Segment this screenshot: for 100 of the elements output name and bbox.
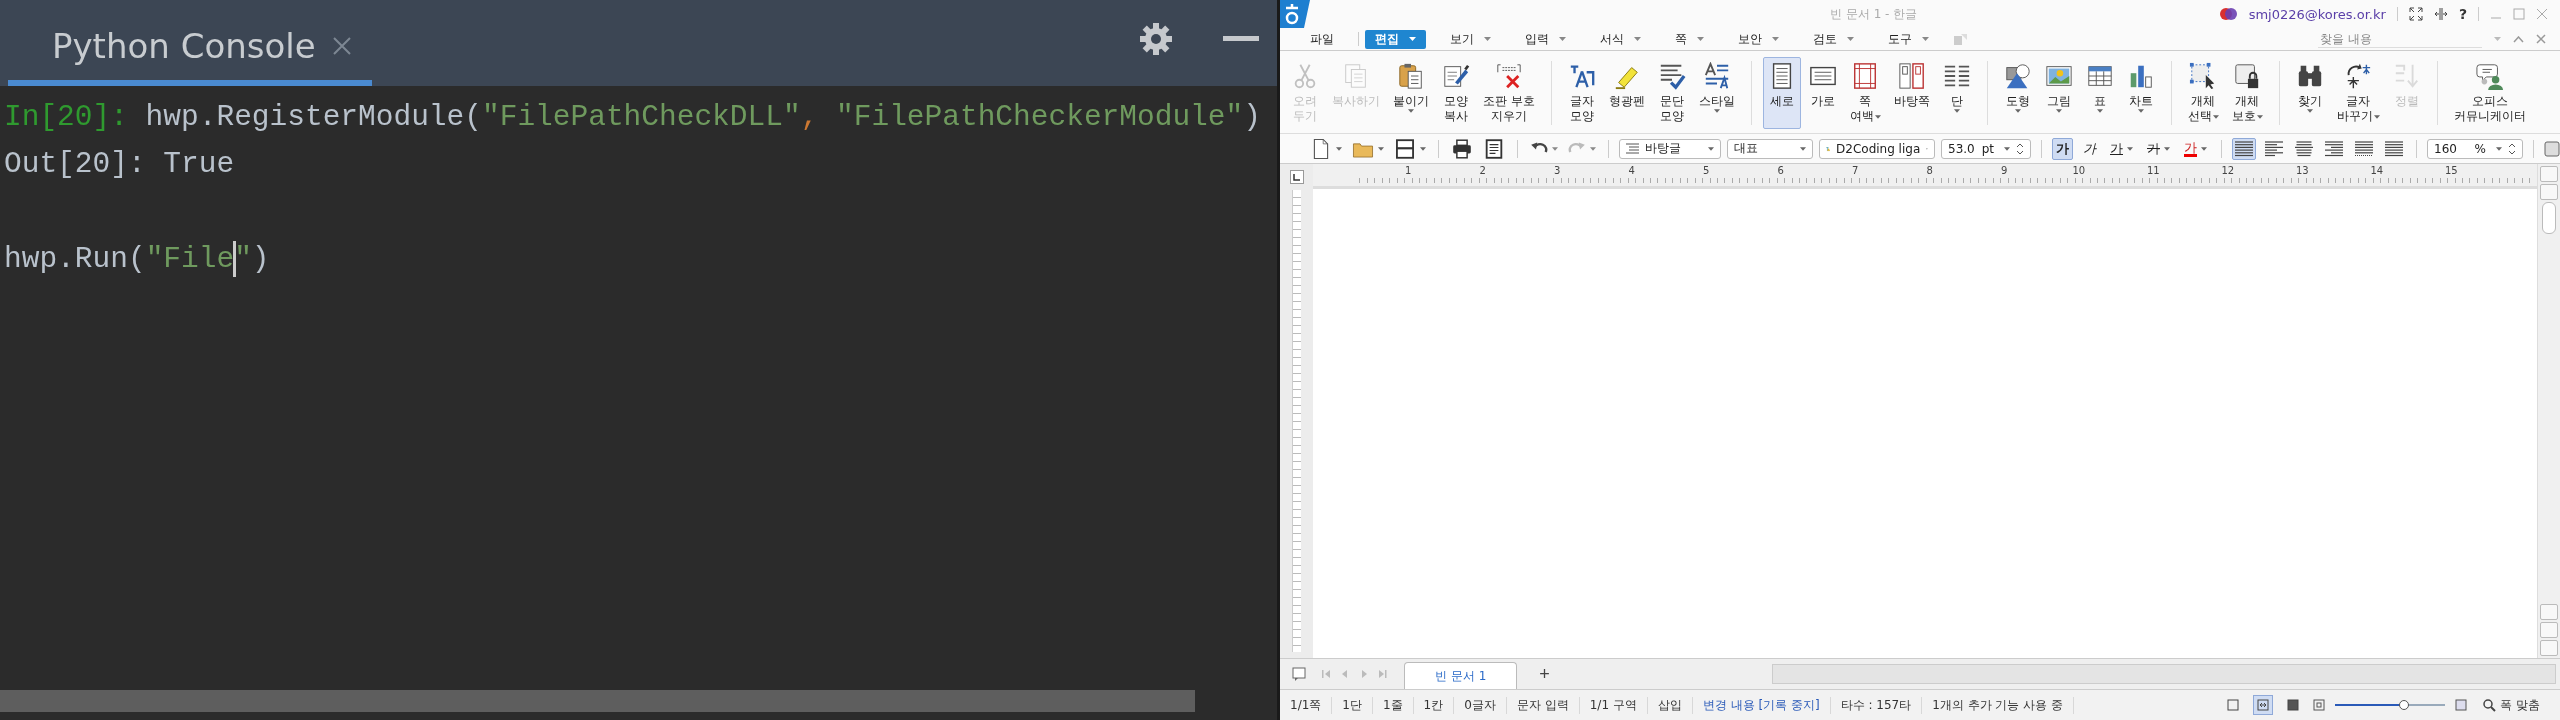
alignment-icon — [2295, 140, 2313, 157]
clear-marks-icon — [1494, 62, 1523, 90]
ribbon-button[interactable]: 개체 보호 — [2226, 57, 2268, 129]
menu-tab[interactable]: 도구 — [1878, 29, 1939, 49]
toolbar-options-icon[interactable] — [2544, 140, 2560, 157]
menu-tab[interactable]: 서식 — [1590, 29, 1651, 49]
alignment-icon — [2355, 140, 2373, 157]
ribbon-button[interactable]: 모양 복사 — [1437, 57, 1475, 129]
horizontal-scrollbar[interactable] — [1771, 664, 2556, 684]
ribbon-button[interactable]: 조판 부호 지우기 — [1478, 57, 1540, 129]
character-format-button[interactable]: 가 — [2079, 137, 2100, 160]
ribbon-button[interactable]: 도형 — [1998, 57, 2037, 129]
ribbon-button[interactable]: 세로 — [1762, 57, 1801, 129]
help-button[interactable]: ? — [2458, 6, 2467, 22]
minimize-icon[interactable] — [1223, 36, 1259, 42]
caret-icon — [1874, 114, 1881, 119]
menu-tab[interactable]: 쪽 — [1665, 29, 1714, 49]
ribbon-button[interactable]: 바탕쪽 — [1888, 57, 1935, 129]
console-line: Out[20]: True — [3, 146, 236, 183]
alignment-button[interactable] — [2232, 137, 2256, 160]
ribbon-button[interactable]: 오피스 커뮤니케이터 — [2448, 57, 2531, 129]
up-chevron-icon[interactable] — [2513, 35, 2524, 43]
horizontal-scrollbar[interactable] — [0, 690, 1195, 712]
fullscreen-icon[interactable] — [2408, 7, 2423, 21]
ribbon-button[interactable]: 스타일 — [1693, 57, 1740, 129]
clipboard-icon — [1397, 62, 1425, 90]
caret-icon — [2496, 146, 2502, 151]
page-view-icon — [2257, 699, 2270, 711]
page-view-icon — [2287, 699, 2300, 711]
character-format-button[interactable]: 가 — [2180, 138, 2211, 159]
close-icon[interactable] — [2536, 34, 2546, 44]
caret-icon — [2137, 109, 2144, 113]
zoom-out-icon[interactable] — [2313, 699, 2326, 711]
ruler-corner-icon[interactable] — [1289, 170, 1304, 184]
view-mode-button[interactable] — [2253, 695, 2274, 715]
ribbon-button[interactable]: 차트 — [2121, 57, 2160, 129]
ribbon-button[interactable]: 글자 모양 — [1562, 57, 1601, 129]
add-tab-button[interactable]: + — [1531, 663, 1558, 685]
fit-width-button[interactable]: 폭 맞춤 — [2477, 695, 2546, 715]
alignment-icon — [2265, 140, 2283, 157]
account-email[interactable]: smj0226@kores.or.kr — [2248, 6, 2386, 22]
caret-icon — [2055, 109, 2062, 113]
status-text: 타수 : 157타 — [1840, 696, 1923, 714]
menu-tab[interactable]: 보안 — [1728, 29, 1789, 49]
caret-icon — [2164, 146, 2170, 151]
ribbon-toggle-icon[interactable] — [1953, 32, 1969, 46]
zoom-in-icon[interactable] — [2455, 699, 2468, 711]
character-format-button[interactable]: 가 — [2052, 137, 2073, 160]
ribbon-button[interactable]: 그림 — [2039, 57, 2078, 129]
track-changes-link[interactable]: 변경 내용 [기록 중지] — [1702, 696, 1831, 714]
document-tab[interactable]: 빈 문서 1 — [1404, 662, 1518, 689]
alignment-icon — [2235, 140, 2253, 157]
ribbon-button[interactable]: 쪽 여백 — [1844, 57, 1886, 129]
alignment-icon — [2325, 140, 2343, 157]
ribbon-button[interactable]: 글자 바꾸기 — [2331, 57, 2385, 129]
console-tab[interactable]: Python Console — [8, 26, 372, 86]
caret-icon — [1847, 37, 1854, 41]
character-format-button[interactable]: 가 — [2143, 137, 2174, 160]
menu-tab[interactable]: 보기 — [1440, 29, 1501, 49]
caret-icon — [1922, 37, 1929, 41]
font-size-spinner[interactable]: 53.0 pt — [1941, 138, 2031, 159]
ribbon-button[interactable]: 표 — [2080, 57, 2119, 129]
ribbon-button[interactable]: 문단 모양 — [1652, 57, 1691, 129]
close-icon[interactable] — [331, 36, 352, 56]
console-line: hwp.Run("File") — [0, 235, 1277, 283]
caret-icon — [2004, 146, 2010, 151]
sheet-icon[interactable] — [1292, 667, 1306, 681]
ribbon-button[interactable]: 단 — [1937, 57, 1976, 129]
caret-icon — [2212, 114, 2219, 119]
settings-icon[interactable] — [1139, 22, 1173, 56]
account-icon[interactable] — [2219, 6, 2238, 22]
language-dropdown[interactable]: 대표 — [1727, 138, 1813, 159]
zoom-spinner[interactable]: 160 % — [2427, 138, 2523, 159]
menu-tab[interactable]: 편집 — [1365, 29, 1426, 49]
ribbon-button[interactable]: 형광펜 — [1603, 57, 1650, 129]
style-dropdown[interactable]: 바탕글 — [1619, 138, 1721, 159]
character-format-button[interactable]: 가 — [2106, 137, 2137, 160]
page-view-icon — [2227, 699, 2240, 711]
save-icon — [1394, 137, 1416, 160]
caret-icon — [2096, 109, 2103, 113]
search-field[interactable]: 찾을 내용 — [2318, 30, 2482, 48]
zoom-slider[interactable] — [2335, 700, 2446, 710]
caret-icon — [1552, 146, 1558, 151]
ribbon-button[interactable]: 가로 — [1803, 57, 1842, 129]
ribbon-button[interactable]: 개체 선택 — [2182, 57, 2224, 129]
ribbon-button[interactable]: 붙이기 — [1388, 57, 1434, 129]
vertical-scrollbar[interactable] — [2537, 164, 2560, 658]
caret-icon — [1420, 146, 1426, 151]
caret-icon — [1800, 146, 1806, 151]
menu-tab[interactable]: 파일 — [1300, 29, 1344, 49]
menu-tab[interactable]: 입력 — [1515, 29, 1576, 49]
split-view-icon[interactable] — [2433, 7, 2448, 21]
caret-icon — [1378, 146, 1384, 151]
status-text: 0글자 — [1464, 696, 1507, 714]
menu-tab[interactable]: 검토 — [1803, 29, 1864, 49]
status-text: 1칸 — [1423, 696, 1455, 714]
caret-icon — [2256, 114, 2263, 119]
font-dropdown[interactable]: D2Coding liga — [1819, 138, 1935, 159]
caret-icon — [1409, 37, 1416, 41]
ribbon-button[interactable]: 찾기 — [2290, 57, 2329, 129]
